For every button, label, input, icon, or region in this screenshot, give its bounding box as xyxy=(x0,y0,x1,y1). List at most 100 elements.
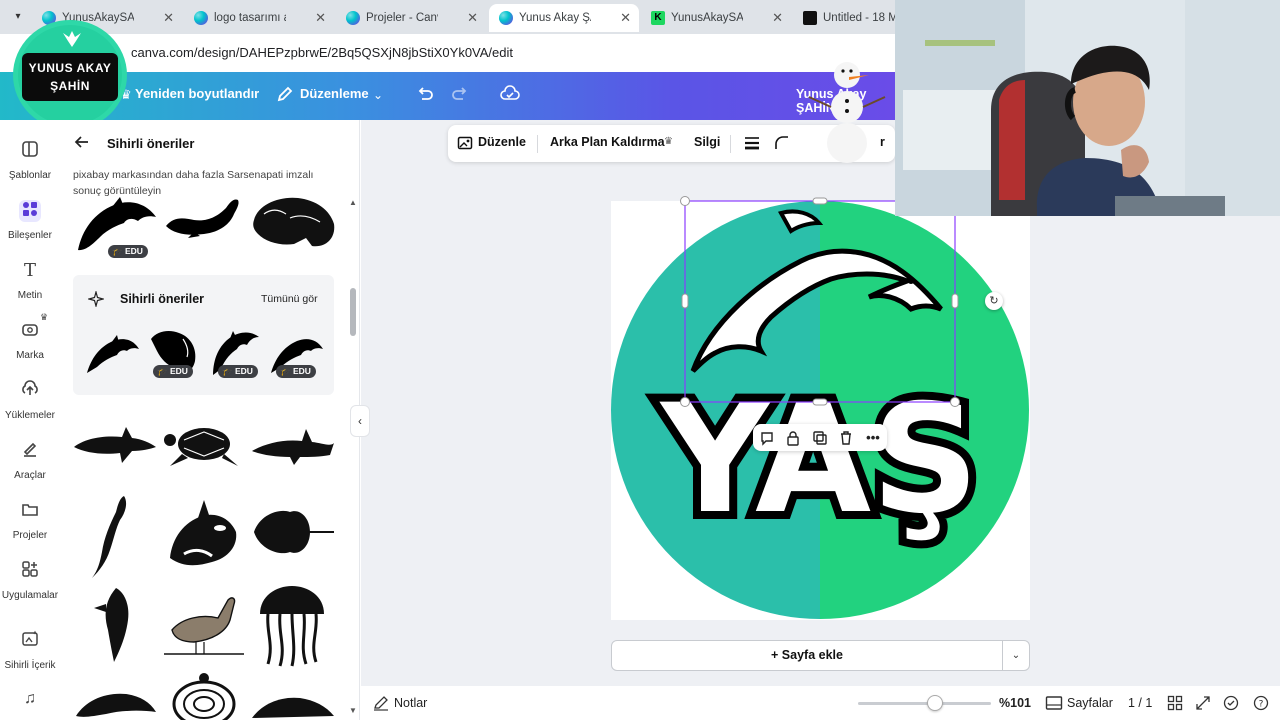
rotate-handle-icon[interactable]: ↻ xyxy=(985,292,1003,310)
stingray-element[interactable] xyxy=(250,504,336,560)
edit-mode-button[interactable]: Düzenleme xyxy=(300,86,369,101)
eraser-button[interactable]: Silgi xyxy=(694,135,720,149)
panel-title: Sihirli öneriler xyxy=(107,136,195,151)
rail-item-uploads[interactable]: Yüklemeler xyxy=(0,380,60,421)
comment-add-icon[interactable] xyxy=(759,430,775,446)
resize-button[interactable]: Yeniden boyutlandır xyxy=(135,86,259,101)
chevron-down-icon[interactable]: ⌄ xyxy=(368,85,388,105)
browser-tab[interactable]: Projeler - Canva ✕ xyxy=(336,4,486,32)
rail-item-text[interactable]: T Metin xyxy=(0,260,60,301)
browser-tab[interactable]: logo tasarımı aramas ✕ xyxy=(184,4,334,32)
channel-logo: YUNUS AKAY ŞAHİN xyxy=(13,20,127,130)
webcam-overlay xyxy=(895,0,1280,216)
canva-favicon-icon xyxy=(499,11,513,25)
kick-favicon-icon: K xyxy=(651,11,665,25)
cloud-saved-icon[interactable] xyxy=(500,85,520,105)
toolbar-divider xyxy=(537,135,538,153)
sea-turtle-element[interactable] xyxy=(162,420,246,470)
crown-icon: ♛ xyxy=(664,136,673,147)
rail-item-templates[interactable]: Şablonlar xyxy=(0,140,60,181)
orca-element[interactable] xyxy=(164,498,240,576)
music-note-icon: ♫ xyxy=(24,690,36,707)
tab-label: Untitled - 18 Mar xyxy=(823,12,895,24)
mermaid-element[interactable] xyxy=(84,492,144,580)
collapse-panel-button[interactable]: ‹ xyxy=(350,405,370,437)
border-style-icon[interactable] xyxy=(744,136,760,155)
url-text[interactable]: canva.com/design/DAHEPzpbrwE/2Bq5QSXjN8j… xyxy=(131,45,513,60)
manatee-element[interactable] xyxy=(250,194,336,250)
rail-item-magic-media[interactable]: Sihirli İçerik xyxy=(0,630,60,671)
undo-icon[interactable] xyxy=(415,85,435,105)
shark-element[interactable] xyxy=(72,425,158,465)
sparkle-icon xyxy=(86,289,106,310)
tab-search-chevron-icon[interactable]: ▾ xyxy=(8,7,28,27)
rail-item-projects[interactable]: Projeler xyxy=(0,500,60,541)
see-all-link[interactable]: Tümünü gör xyxy=(261,293,318,305)
rail-item-draw[interactable]: Araçlar xyxy=(0,440,60,481)
duplicate-icon[interactable] xyxy=(812,430,828,446)
rail-item-apps[interactable]: Uygulamalar xyxy=(0,560,60,601)
magic-media-icon xyxy=(19,630,41,652)
grid-view-icon[interactable] xyxy=(1167,695,1183,716)
tab-close-icon[interactable]: ✕ xyxy=(315,4,326,32)
scroll-down-icon[interactable]: ▼ xyxy=(349,706,357,715)
tab-label: Yunus Akay ŞAHİN - xyxy=(519,12,591,24)
tab-close-icon[interactable]: ✕ xyxy=(163,4,174,32)
trash-icon[interactable] xyxy=(838,430,854,446)
lock-icon[interactable] xyxy=(785,430,801,446)
dolphin-element[interactable] xyxy=(72,686,158,720)
zoom-level[interactable]: %101 xyxy=(999,696,1031,710)
shark-element[interactable] xyxy=(250,425,336,467)
panel-scrollbar-thumb[interactable] xyxy=(350,288,356,336)
rail-item-elements[interactable]: Bileşenler xyxy=(0,200,60,241)
dolphin-element[interactable] xyxy=(250,690,336,720)
scroll-up-icon[interactable]: ▲ xyxy=(349,198,357,207)
zoom-slider-handle[interactable] xyxy=(927,695,943,711)
pages-button[interactable]: Sayfalar xyxy=(1067,696,1113,710)
elements-panel: Sihirli öneriler pixabay markasından dah… xyxy=(60,120,360,720)
jellyfish-element[interactable] xyxy=(252,584,332,668)
tab-close-icon[interactable]: ✕ xyxy=(467,4,478,32)
templates-icon xyxy=(19,140,41,162)
back-arrow-icon[interactable] xyxy=(74,134,90,155)
notes-button[interactable]: Notlar xyxy=(394,696,427,710)
selection-box[interactable] xyxy=(680,196,962,408)
channel-logo-line1: YUNUS AKAY xyxy=(28,61,112,75)
elements-icon xyxy=(19,200,41,222)
seagull-element[interactable] xyxy=(162,590,246,660)
editor-header: ♛ Yeniden boyutlandır Düzenleme ⌄ Yunus … xyxy=(0,72,895,120)
add-page-button[interactable]: + Sayfa ekle xyxy=(611,640,1003,671)
channel-logo-line2: ŞAHİN xyxy=(50,79,90,93)
rail-item-brand[interactable]: ♛ Marka xyxy=(0,312,60,361)
more-options-icon[interactable]: ••• xyxy=(865,430,881,446)
uploads-icon xyxy=(19,380,41,402)
turtle-element[interactable] xyxy=(162,672,246,720)
browser-tab[interactable]: Untitled - 18 Mar xyxy=(793,4,895,32)
browser-tab[interactable]: K YunusAkaySAHIN St ✕ xyxy=(641,4,791,32)
redo-icon[interactable] xyxy=(450,85,470,105)
rail-item-label: Şablonlar xyxy=(8,170,52,181)
browser-tab-active[interactable]: Yunus Akay ŞAHİN - ✕ xyxy=(489,4,639,32)
fullscreen-icon[interactable] xyxy=(1195,695,1211,716)
folder-icon xyxy=(19,500,41,522)
seal-element[interactable] xyxy=(164,196,242,238)
corner-rounding-icon[interactable] xyxy=(774,135,790,156)
address-bar[interactable]: canva.com/design/DAHEPzpbrwE/2Bq5QSXjN8j… xyxy=(0,34,895,72)
tab-close-icon[interactable]: ✕ xyxy=(772,4,783,32)
zoom-slider[interactable] xyxy=(858,702,991,705)
help-icon[interactable]: ? xyxy=(1253,695,1269,716)
rail-item-audio[interactable]: ♫ xyxy=(0,688,60,710)
tab-label: logo tasarımı aramas xyxy=(214,12,286,24)
dolphin-element[interactable] xyxy=(90,586,140,666)
background-remove-button[interactable]: Arka Plan Kaldırma xyxy=(550,135,665,149)
rail-item-label: Araçlar xyxy=(14,470,46,481)
card-title: Sihirli öneriler xyxy=(120,292,205,306)
check-circle-icon[interactable] xyxy=(1223,695,1239,716)
tab-label: Projeler - Canva xyxy=(366,12,438,24)
edu-badge: 🎓 EDU xyxy=(276,365,316,378)
draw-icon xyxy=(19,440,41,462)
edit-image-button[interactable]: Düzenle xyxy=(478,135,526,149)
dolphin-suggestion[interactable] xyxy=(85,333,141,377)
tab-close-icon[interactable]: ✕ xyxy=(620,4,631,32)
chevron-down-icon[interactable]: ⌄ xyxy=(1002,640,1030,671)
